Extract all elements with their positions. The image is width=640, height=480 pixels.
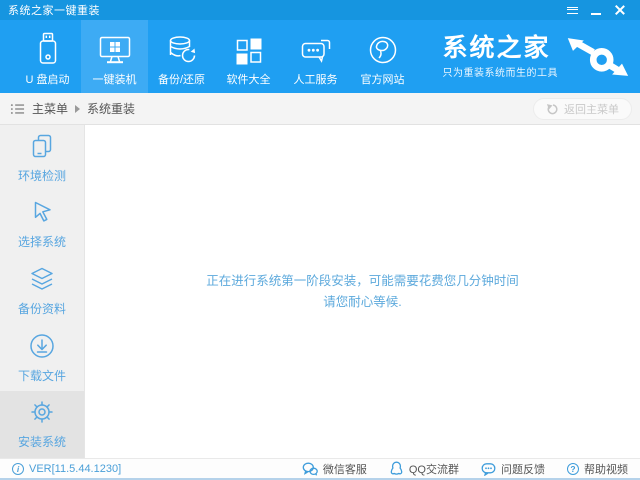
menu-icon[interactable]: [560, 1, 584, 19]
qq-group-link[interactable]: QQ交流群: [389, 461, 459, 477]
back-to-menu-button[interactable]: 返回主菜单: [533, 98, 632, 120]
toolbar-tab-support[interactable]: 人工服务: [282, 20, 349, 93]
toolbar-tab-backup-restore[interactable]: 备份/还原: [148, 20, 215, 93]
sidebar: 环境检测 选择系统 备份资料: [0, 125, 85, 458]
app-window: 系统之家一键重装 U 盘启动: [0, 0, 640, 480]
feedback-icon: [481, 462, 496, 476]
status-link-label: QQ交流群: [409, 461, 459, 477]
breadcrumb: 主菜单 系统重装 返回主菜单: [0, 93, 640, 125]
layers-icon: [29, 266, 55, 292]
version-info: VER[11.5.44.1230]: [12, 463, 121, 475]
feedback-link[interactable]: 问题反馈: [481, 461, 545, 477]
download-icon: [29, 333, 55, 359]
window-title: 系统之家一键重装: [8, 2, 100, 18]
titlebar: 系统之家一键重装: [0, 0, 640, 20]
toolbar-tab-website[interactable]: 官方网站: [349, 20, 416, 93]
undo-arrow-icon: [546, 103, 559, 116]
brand-name: 系统之家: [443, 35, 559, 61]
help-videos-link[interactable]: 帮助视频: [567, 461, 628, 477]
sidebar-item-label: 选择系统: [18, 233, 66, 250]
statusbar: VER[11.5.44.1230] 微信客服: [0, 458, 640, 480]
install-status-message-line1: 正在进行系统第一阶段安装，可能需要花费您几分钟时间: [206, 271, 519, 292]
wechat-support-link[interactable]: 微信客服: [302, 461, 367, 477]
main-panel: 正在进行系统第一阶段安装，可能需要花费您几分钟时间 请您耐心等候.: [85, 125, 640, 458]
list-icon: [10, 102, 25, 116]
toolbar-tab-label: 软件大全: [227, 71, 271, 87]
toolbar-tab-usb-boot[interactable]: U 盘启动: [14, 20, 81, 93]
brand-logo: 系统之家 只为重装系统而生的工具: [443, 20, 631, 93]
sidebar-item-choose-system[interactable]: 选择系统: [0, 192, 84, 259]
sidebar-item-install-system[interactable]: 安装系统: [0, 391, 84, 458]
sidebar-item-download-files[interactable]: 下载文件: [0, 325, 84, 392]
swoosh-arrows-icon: [564, 35, 630, 79]
back-to-menu-label: 返回主菜单: [564, 101, 619, 117]
toolbar-tab-software[interactable]: 软件大全: [215, 20, 282, 93]
minimize-icon[interactable]: [584, 1, 608, 19]
usb-drive-icon: [36, 29, 60, 65]
devices-icon: [29, 133, 55, 159]
brand-tagline: 只为重装系统而生的工具: [443, 64, 559, 79]
database-restore-icon: [167, 29, 197, 65]
cursor-icon: [29, 199, 55, 225]
sidebar-item-label: 环境检测: [18, 167, 66, 184]
chat-service-icon: [300, 29, 332, 65]
gear-icon: [29, 399, 55, 425]
breadcrumb-root[interactable]: 主菜单: [32, 100, 68, 117]
toolbar-tab-label: 人工服务: [294, 71, 338, 87]
monitor-icon: [98, 29, 132, 65]
version-text: VER[11.5.44.1230]: [29, 463, 121, 475]
install-status-message-line2: 请您耐心等候.: [323, 292, 401, 313]
qq-icon: [389, 461, 404, 476]
sidebar-item-label: 安装系统: [18, 433, 66, 450]
toolbar: U 盘启动 一键装机: [0, 20, 640, 93]
breadcrumb-arrow-icon: [75, 105, 80, 113]
apps-icon: [235, 29, 263, 65]
wechat-icon: [302, 462, 318, 476]
toolbar-tab-label: 官方网站: [361, 71, 405, 87]
status-link-label: 微信客服: [323, 461, 367, 477]
content-area: 环境检测 选择系统 备份资料: [0, 125, 640, 458]
toolbar-tab-label: 备份/还原: [158, 71, 205, 87]
breadcrumb-current: 系统重装: [87, 100, 135, 117]
globe-icon: [368, 29, 398, 65]
help-icon: [567, 463, 579, 475]
sidebar-item-label: 下载文件: [18, 367, 66, 384]
sidebar-item-label: 备份资料: [18, 300, 66, 317]
window-controls: [560, 1, 632, 19]
toolbar-tab-one-key-install[interactable]: 一键装机: [81, 20, 148, 93]
status-link-label: 问题反馈: [501, 461, 545, 477]
toolbar-tab-label: 一键装机: [93, 71, 137, 87]
brand-text: 系统之家 只为重装系统而生的工具: [443, 35, 559, 79]
status-links: 微信客服 QQ交流群: [302, 461, 628, 477]
sidebar-item-env-check[interactable]: 环境检测: [0, 125, 84, 192]
info-icon: [12, 463, 24, 475]
toolbar-tab-label: U 盘启动: [26, 71, 70, 87]
close-icon[interactable]: [608, 1, 632, 19]
sidebar-item-backup-data[interactable]: 备份资料: [0, 258, 84, 325]
status-link-label: 帮助视频: [584, 461, 628, 477]
